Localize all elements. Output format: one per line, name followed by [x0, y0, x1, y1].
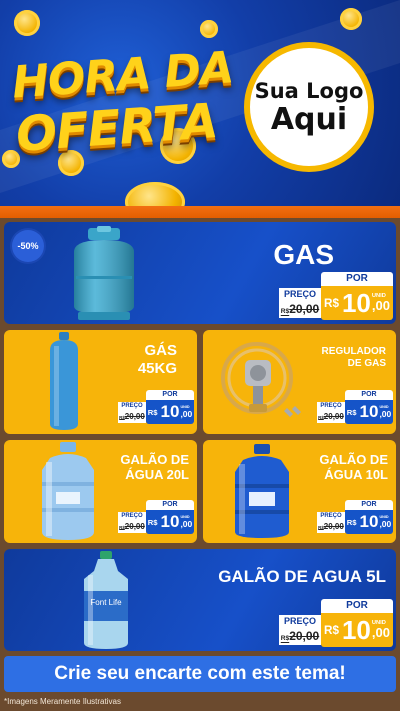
por-label: POR — [321, 272, 393, 286]
price-box: POR PREÇO R$20,00 R$ 10 UNID ,00 — [279, 272, 393, 320]
product-name: GÁS 45KG — [137, 342, 177, 377]
water-jug-10l-image — [235, 444, 289, 538]
coin-icon — [340, 8, 362, 30]
new-price: R$ 10 UNID ,00 — [146, 510, 194, 534]
gas-cylinder-image — [74, 226, 134, 320]
coin-icon — [200, 20, 218, 38]
preco-label: PREÇO — [279, 288, 321, 300]
product-name: GALÃO DE ÁGUA 10L — [319, 452, 388, 483]
old-price: R$20,00 — [317, 411, 345, 423]
por-label: POR — [146, 390, 194, 400]
product-name: GAS — [273, 239, 334, 270]
discount-badge: -50% — [12, 230, 44, 262]
create-flyer-button[interactable]: Crie seu encarte com este tema! — [4, 656, 396, 692]
new-price: R$ 10 UNID ,00 — [146, 400, 194, 424]
product-card-galao-20l[interactable]: GALÃO DE ÁGUA 20L POR PREÇO R$20,00 R$ 10 … — [4, 440, 197, 543]
por-label: POR — [345, 390, 393, 400]
logo-text-line-1: Sua Logo — [254, 78, 364, 103]
preco-label: PREÇO — [317, 402, 345, 411]
product-card-gas-45kg[interactable]: GÁS 45KG POR PREÇO R$20,00 R$ 10 UNID ,00 — [4, 330, 197, 434]
product-card-galao-10l[interactable]: GALÃO DE ÁGUA 10L POR PREÇO R$20,00 R$ 10 … — [203, 440, 396, 543]
coin-icon — [14, 10, 40, 36]
logo-text-line-2: Aqui — [270, 101, 348, 137]
price-box: POR PREÇO R$20,00 R$ 10 UNID ,00 — [317, 390, 393, 424]
product-name: GALÃO DE AGUA 5L — [218, 567, 386, 586]
old-price: R$20,00 — [118, 411, 146, 423]
price-box: POR PREÇO R$20,00 R$ 10 UNID ,00 — [118, 390, 194, 424]
new-price: R$ 10 UNID ,00 — [321, 286, 393, 320]
gas-tank-image — [50, 332, 78, 430]
price-box: POR PREÇO R$20,00 R$ 10 UNID ,00 — [279, 599, 393, 647]
bottle-brand-label: Font Life — [90, 598, 122, 607]
product-name: GALÃO DE ÁGUA 20L — [120, 452, 189, 483]
old-price: R$20,00 — [118, 521, 146, 533]
price-box: POR PREÇO R$20,00 R$ 10 UNID ,00 — [317, 500, 393, 534]
new-price: R$ 10 UNID ,00 — [345, 510, 393, 534]
por-label: POR — [345, 500, 393, 510]
water-jug-20l-image — [42, 442, 94, 540]
product-card-gas[interactable]: -50% GAS POR PREÇO R$20,00 R$ 10 UNID ,00 — [4, 222, 396, 324]
preco-label: PREÇO — [118, 402, 146, 411]
header-banner: HORA DA OFERTA Sua Logo Aqui — [0, 0, 400, 212]
por-label: POR — [146, 500, 194, 510]
por-label: POR — [321, 599, 393, 613]
new-price: R$ 10 UNID ,00 — [345, 400, 393, 424]
product-card-galao-5l[interactable]: Font Life GALÃO DE AGUA 5L POR PREÇO R$2… — [4, 549, 396, 651]
old-price: R$20,00 — [279, 627, 321, 645]
disclaimer-text: *Imagens Meramente Ilustrativas — [4, 697, 121, 706]
preco-label: PREÇO — [317, 512, 345, 521]
product-card-regulador[interactable]: REGULADOR DE GAS POR PREÇO R$20,00 R$ 10 U… — [203, 330, 396, 434]
product-name: REGULADOR DE GAS — [321, 346, 386, 369]
price-box: POR PREÇO R$20,00 R$ 10 UNID ,00 — [118, 500, 194, 534]
old-price: R$20,00 — [317, 521, 345, 533]
header-divider — [0, 206, 400, 218]
gas-regulator-image — [221, 342, 301, 417]
water-bottle-5l-image: Font Life — [84, 551, 128, 649]
new-price: R$ 10 UNID ,00 — [321, 613, 393, 647]
logo-placeholder[interactable]: Sua Logo Aqui — [244, 42, 374, 172]
preco-label: PREÇO — [118, 512, 146, 521]
preco-label: PREÇO — [279, 615, 321, 627]
old-price: R$20,00 — [279, 300, 321, 318]
